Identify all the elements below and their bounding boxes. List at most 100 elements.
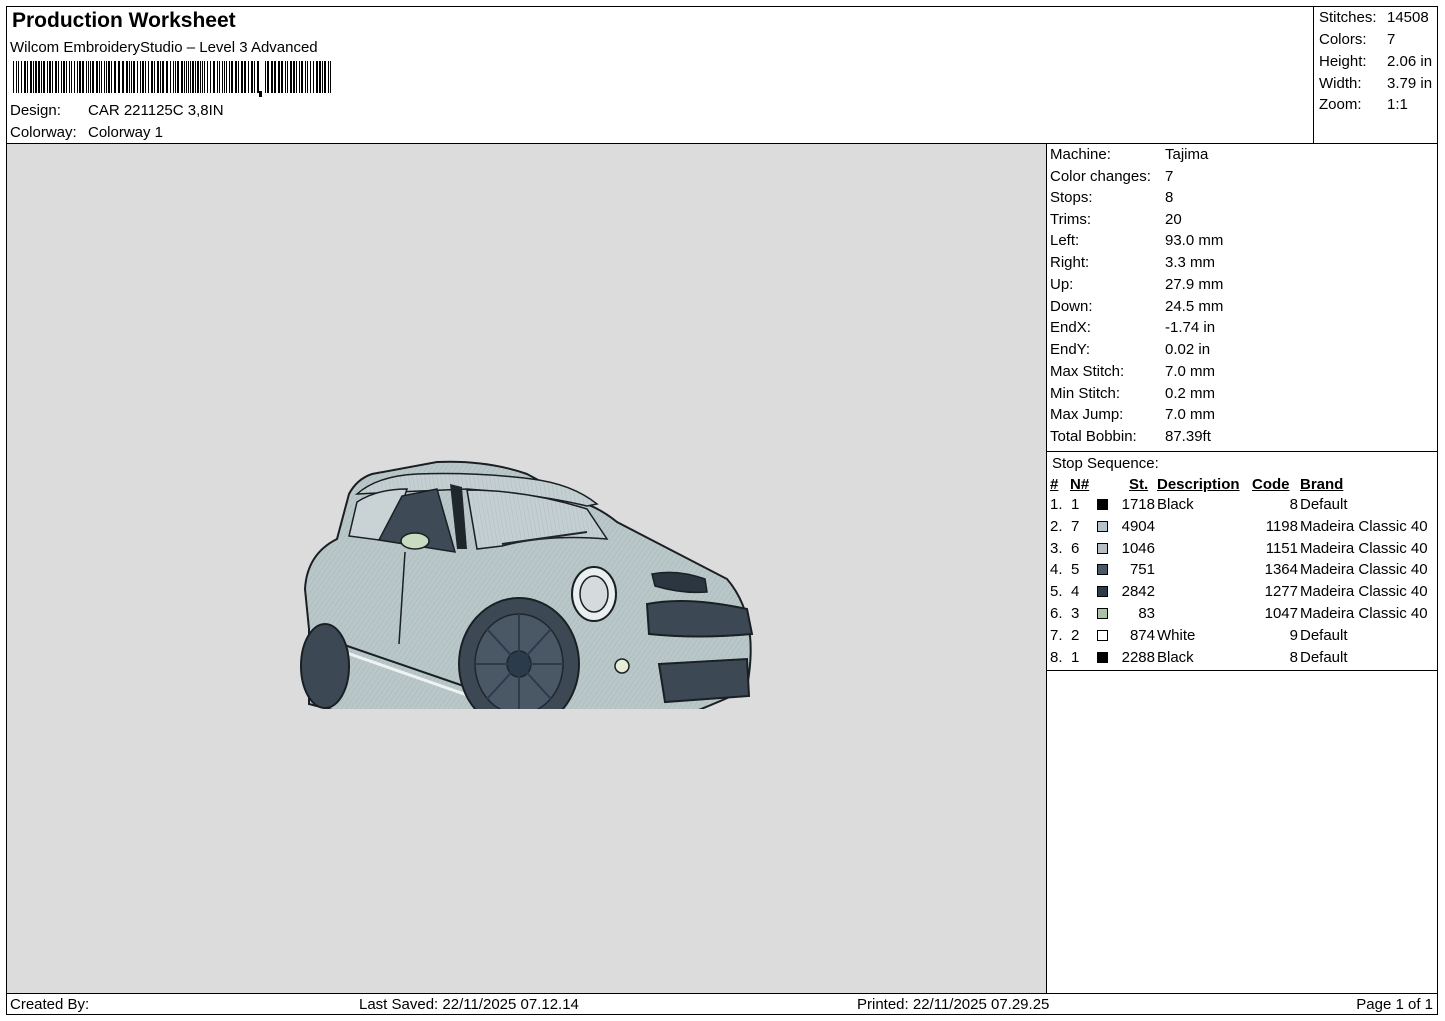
barcode-bar — [92, 61, 94, 93]
row-brand: Madeira Classic 40 — [1300, 517, 1428, 535]
barcode-bar — [137, 61, 138, 93]
barcode-bar — [175, 61, 176, 93]
barcode-bar — [140, 61, 141, 93]
max-jump-value: 7.0 mm — [1165, 406, 1216, 423]
height-value: 2.06 in — [1387, 53, 1433, 70]
colorway-label: Colorway: — [10, 124, 77, 141]
barcode-bar — [66, 61, 67, 93]
barcode-bar — [114, 61, 116, 93]
row-index: 1. — [1050, 496, 1063, 513]
barcode-bar — [52, 61, 53, 93]
barcode-bar — [226, 61, 227, 93]
row-brand: Madeira Classic 40 — [1300, 605, 1428, 622]
barcode-bar — [202, 61, 203, 93]
barcode-bar — [235, 61, 237, 93]
machine-row: Machine: Tajima — [1050, 146, 1208, 163]
barcode-bar — [316, 61, 318, 93]
barcode-bar — [129, 61, 130, 93]
barcode-bar — [207, 61, 208, 93]
row-index: 4. — [1050, 561, 1063, 579]
color-swatch — [1097, 499, 1108, 510]
barcode-bar — [79, 61, 81, 93]
barcode-bar — [324, 61, 326, 93]
barcode-bar — [47, 61, 48, 93]
barcode-bar — [35, 61, 37, 93]
left-row: Left: 93.0 mm — [1050, 232, 1223, 249]
stop-sequence-row: 4. 5 751 1364 Madeira Classic 40 — [1047, 561, 1437, 583]
stop-sequence-row: 7. 2 874 White 9 Default — [1047, 627, 1437, 649]
width-value: 3.79 in — [1387, 75, 1433, 92]
barcode-bar — [145, 61, 146, 93]
barcode-bar — [86, 61, 87, 93]
worksheet-footer: Created By: Last Saved: 22/11/2025 07.12… — [7, 993, 1437, 1014]
barcode-bar — [186, 61, 187, 93]
stitches-row: Stitches: 14508 — [1319, 9, 1437, 26]
colorway-value: Colorway 1 — [88, 124, 164, 141]
endx-row: EndX: -1.74 in — [1050, 319, 1215, 336]
barcode-bar — [197, 61, 199, 93]
machine-info-panel: Machine: Tajima Color changes: 7 Stops: 8 T… — [1047, 144, 1437, 993]
barcode-bar — [27, 61, 28, 93]
barcode-bar — [188, 61, 189, 93]
color-swatch — [1097, 608, 1108, 619]
right-row: Right: 3.3 mm — [1050, 254, 1215, 271]
row-description: Black — [1157, 496, 1194, 513]
colors-label: Colors: — [1319, 31, 1367, 48]
min-stitch-row: Min Stitch: 0.2 mm — [1050, 385, 1215, 402]
row-code: 8 — [1289, 648, 1298, 666]
row-stitches: 1718 — [1121, 496, 1155, 513]
design-value: CAR 221125C 3,8IN — [88, 102, 224, 119]
barcode-bar — [71, 61, 72, 93]
barcode-bar — [108, 61, 110, 93]
col-header-needle: N# — [1070, 476, 1090, 493]
barcode-bar — [104, 61, 105, 93]
barcode-bar — [16, 61, 17, 93]
barcode-bar — [101, 61, 102, 93]
col-header-code: Code — [1252, 476, 1290, 493]
width-row: Width: 3.79 in — [1319, 75, 1437, 92]
color-changes-label: Color changes: — [1050, 168, 1151, 185]
barcode-bar — [319, 61, 321, 93]
barcode-bar — [41, 61, 42, 93]
printed-date: Printed: 22/11/2025 07.29.25 — [857, 996, 1050, 1013]
barcode-bar — [30, 61, 32, 93]
barcode-bar — [278, 61, 280, 93]
barcode-bar — [204, 61, 205, 93]
barcode-bar — [265, 61, 266, 93]
stop-sequence-title: Stop Sequence: — [1052, 455, 1159, 472]
down-label: Down: — [1050, 298, 1093, 315]
max-jump-row: Max Jump: 7.0 mm — [1050, 406, 1215, 423]
color-swatch — [1097, 629, 1108, 641]
barcode-bar — [200, 61, 201, 93]
barcode-bar — [157, 61, 159, 93]
row-brand: Default — [1300, 496, 1348, 513]
barcode-bar — [244, 61, 246, 93]
row-stitches: 83 — [1138, 605, 1155, 622]
total-bobbin-label: Total Bobbin: — [1050, 428, 1137, 445]
barcode-bar — [170, 61, 171, 93]
row-code: 1277 — [1264, 583, 1298, 601]
car-embroidery-image — [300, 460, 754, 709]
barcode-bar — [192, 61, 194, 93]
max-stitch-label: Max Stitch: — [1050, 363, 1125, 380]
software-subtitle: Wilcom EmbroideryStudio – Level 3 Advanc… — [10, 39, 318, 56]
total-bobbin-row: Total Bobbin: 87.39ft — [1050, 428, 1211, 445]
barcode-bar — [148, 61, 149, 93]
stop-sequence-row: 1. 1 1718 Black 8 Default — [1047, 496, 1437, 518]
row-code: 9 — [1289, 626, 1298, 644]
row-code: 1151 — [1265, 539, 1298, 557]
barcode-bar — [43, 61, 45, 93]
min-stitch-label: Min Stitch: — [1050, 385, 1121, 402]
barcode-bar — [305, 61, 306, 93]
row-index: 6. — [1050, 605, 1063, 622]
color-swatch — [1097, 586, 1108, 598]
row-index: 2. — [1050, 517, 1063, 535]
page-title: Production Worksheet — [12, 9, 236, 32]
barcode-bar — [18, 61, 19, 93]
row-brand: Madeira Classic 40 — [1300, 539, 1428, 557]
barcode-bar — [118, 61, 120, 93]
color-swatch — [1097, 542, 1108, 554]
barcode-bar — [231, 61, 233, 93]
row-needle: 1 — [1071, 648, 1080, 666]
col-header-brand: Brand — [1300, 476, 1344, 493]
